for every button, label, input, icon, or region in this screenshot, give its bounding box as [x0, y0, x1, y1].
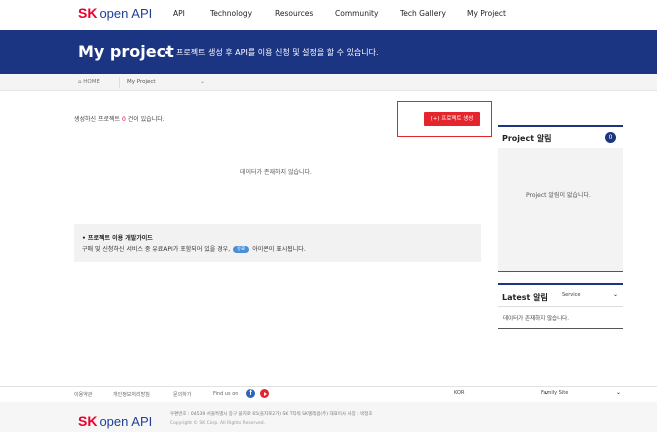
page-description: 프로젝트 생성 후 API를 이용 신청 및 설정을 할 수 있습니다. — [176, 48, 379, 57]
find-us-label: Find us on — [213, 391, 239, 397]
breadcrumb-home-label: HOME — [83, 79, 100, 85]
dev-guide-box: • 프로젝트 이용 개발가이드 구매 및 신청하신 서비스 중 유료API가 포… — [74, 224, 481, 262]
breadcrumb: ⌂ HOME My Project ⌄ — [0, 74, 657, 91]
project-alarm-empty: Project 알림이 없습니다. — [526, 192, 591, 199]
paid-badge: 유료 — [233, 246, 250, 253]
language-select[interactable]: KOR ⌄ — [454, 389, 549, 400]
chevron-down-icon: ⌄ — [615, 389, 621, 396]
guide-desc-before: 구매 및 신청하신 서비스 중 유료API가 포함되어 있을 경우, — [82, 246, 231, 253]
footer-links: 이용약관 개인정보처리방침 문의하기 Find us on f KOR ⌄ Fa… — [0, 387, 657, 401]
page-banner: My project 프로젝트 생성 후 API를 이용 신청 및 설정을 할 … — [0, 30, 657, 74]
facebook-icon[interactable]: f — [246, 389, 255, 398]
nav-item-community[interactable]: Community — [335, 9, 378, 18]
footer-link-privacy[interactable]: 개인정보처리방침 — [113, 391, 150, 398]
project-alarm-count: 0 — [605, 132, 616, 143]
latest-alarm-empty: 데이터가 존재하지 않습니다. — [503, 316, 569, 322]
guide-desc-after: 아이콘이 표시됩니다. — [252, 246, 306, 253]
latest-alarm-filter-value: Service — [562, 292, 581, 298]
page-title: My project — [78, 42, 174, 61]
count-prefix: 생성하신 프로젝트 — [74, 116, 122, 123]
guide-description: 구매 및 신청하신 서비스 중 유료API가 포함되어 있을 경우, 유료 아이… — [82, 244, 306, 253]
project-alarm-title: Project 알림 — [502, 134, 552, 143]
nav-item-api[interactable]: API — [173, 9, 185, 18]
home-icon: ⌂ — [78, 79, 82, 85]
family-site-select-value: Family Site — [541, 390, 569, 396]
chevron-down-icon: ⌄ — [612, 291, 618, 298]
footer-link-contact[interactable]: 문의하기 — [173, 391, 191, 398]
footer-logo[interactable]: SK open API — [78, 411, 152, 430]
nav-item-technology[interactable]: Technology — [210, 9, 252, 18]
footer-link-terms[interactable]: 이용약관 — [74, 391, 92, 398]
breadcrumb-divider — [119, 77, 120, 88]
logo-open-api: open API — [99, 6, 153, 21]
latest-alarm-header: Latest 알림 Service ⌄ — [498, 283, 623, 307]
chevron-down-icon[interactable]: ⌄ — [200, 78, 205, 85]
footer-copyright: Copyright © SK Corp. All Rights Reserved… — [170, 421, 266, 426]
latest-alarm-title: Latest 알림 — [502, 293, 548, 302]
footer-logo-open-api: open API — [99, 414, 153, 429]
footer-bottom: SK open API 우편번호 : 04539 서울특별시 중구 을지로 65(… — [0, 402, 657, 432]
youtube-icon[interactable] — [260, 389, 269, 398]
guide-title: • 프로젝트 이용 개발가이드 — [82, 235, 153, 242]
banner-bullet — [165, 51, 168, 54]
empty-projects-message: 데이터가 존재하지 않습니다. — [240, 169, 312, 176]
family-site-select[interactable]: Family Site ⌄ — [541, 389, 621, 400]
project-alarm-body: Project 알림이 없습니다. — [498, 148, 623, 272]
breadcrumb-current[interactable]: My Project — [127, 79, 156, 85]
footer-address: 우편번호 : 04539 서울특별시 중구 을지로 65(을지로2가) SK T… — [170, 412, 373, 417]
logo-sk: SK — [78, 5, 98, 21]
latest-alarm-body: 데이터가 존재하지 않습니다. — [498, 307, 623, 329]
top-navigation: SK open API API Technology Resources Comm… — [0, 0, 657, 30]
count-suffix: 건이 있습니다. — [125, 116, 165, 123]
nav-item-tech-gallery[interactable]: Tech Gallery — [400, 9, 446, 18]
project-alarm-header: Project 알림 0 — [498, 125, 623, 148]
project-count-text: 생성하신 프로젝트 0 건이 있습니다. — [74, 114, 165, 123]
latest-alarm-filter[interactable]: Service ⌄ — [562, 291, 618, 302]
create-project-button[interactable]: (+) 프로젝트 생성 — [424, 112, 480, 126]
footer-logo-sk: SK — [78, 413, 98, 429]
site-logo[interactable]: SK open API — [78, 6, 152, 22]
language-select-value: KOR — [454, 390, 465, 396]
nav-item-my-project[interactable]: My Project — [467, 9, 506, 18]
breadcrumb-home[interactable]: ⌂ HOME — [78, 79, 100, 85]
nav-item-resources[interactable]: Resources — [275, 9, 313, 18]
